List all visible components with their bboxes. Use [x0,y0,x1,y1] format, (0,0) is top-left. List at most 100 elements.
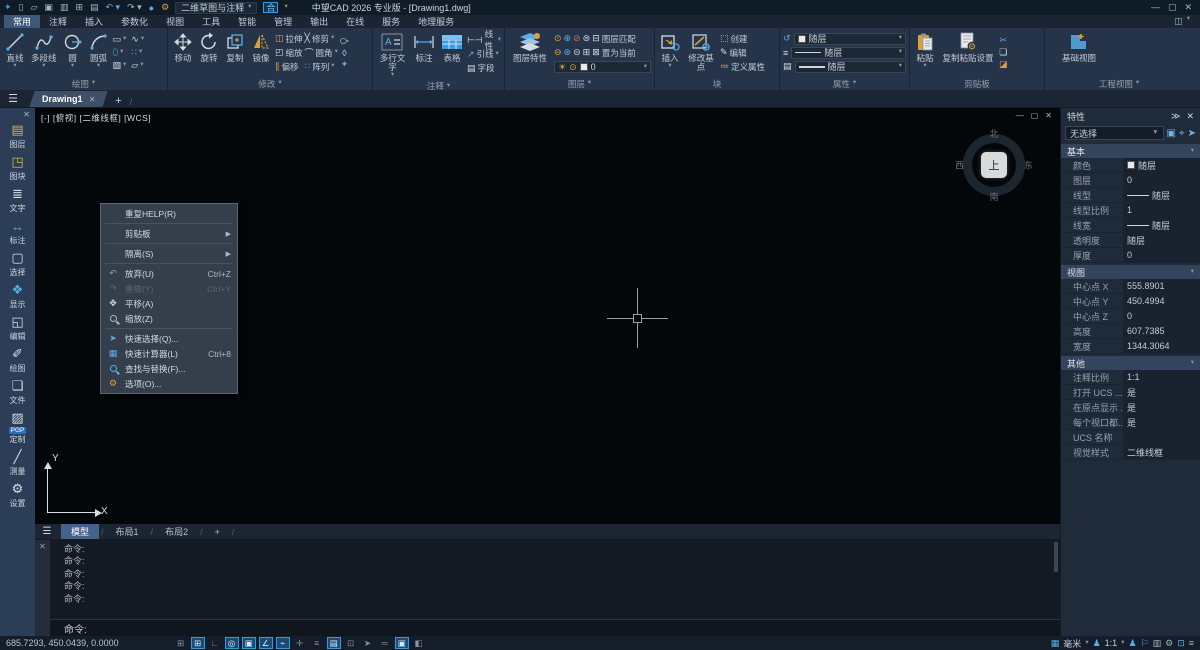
open-file-icon[interactable]: ▱ [31,2,38,13]
new-tab-button[interactable]: + [115,95,121,107]
fillet-tool-button[interactable]: ⌒圆角▾ [305,46,338,59]
match-properties-icon[interactable]: ⧂ [340,36,349,47]
prop-row-visual-style[interactable]: 视觉样式 二维线框 [1061,445,1200,460]
menu-item-isolate[interactable]: 隔离(S) ▶ [101,246,237,261]
undo-icon[interactable]: ↶ ▾ [106,2,121,13]
section-other[interactable]: 其他▾ [1061,356,1200,370]
chevron-down-icon[interactable]: ▾ [1187,16,1190,27]
preview-icon[interactable]: ▤ [90,2,99,13]
save-icon[interactable]: ▣ [44,2,53,13]
copy-clip-icon[interactable]: ❏ [999,47,1007,58]
menu-parametric[interactable]: 参数化 [112,15,157,28]
toolbox-dimension[interactable]: ↔ 标注 [8,217,28,246]
object-color-combo[interactable]: 随层 ▾ [794,33,906,45]
select-objects-icon[interactable]: ⌖ [1179,128,1185,139]
toolbox-blocks[interactable]: ◳ 图块 [8,153,28,182]
compass-south[interactable]: 南 [989,190,998,203]
prop-row-lineweight[interactable]: 线宽 随层 [1061,218,1200,233]
viewport-restore-icon[interactable]: ▢ [1031,111,1039,120]
toolbox-file[interactable]: ❏ 文件 [8,377,28,406]
tab-close-icon[interactable]: ✕ [89,95,96,104]
properties-panel-footer[interactable]: 属性▾ [780,77,909,90]
point-tool-button[interactable]: ∷▾ [131,46,144,59]
section-basic[interactable]: 基本▾ [1061,144,1200,158]
copy-tool-button[interactable]: 复制 [223,29,247,76]
prop-row-linetype-scale[interactable]: 线型比例 1 [1061,203,1200,218]
prop-row-height[interactable]: 高度 607.7385 [1061,324,1200,339]
paste-button[interactable]: 粘贴 ▾ [913,29,937,76]
layer-iso-icon[interactable]: ⊜ [583,33,591,44]
trim-tool-button[interactable]: ╳修剪▾ [305,32,338,45]
snap-mode-toggle[interactable]: ⊞ [191,637,205,649]
menu-manage[interactable]: 管理 [265,15,301,28]
tab-model[interactable]: 模型 [61,524,99,539]
rotate-tool-button[interactable]: 旋转 [197,29,221,76]
maximize-button[interactable]: ▢ [1168,2,1177,13]
bulb-icon[interactable]: ☀ [558,62,566,73]
crosshair-style-toggle[interactable]: ✛ [293,637,307,649]
menu-services[interactable]: 服务 [373,15,409,28]
layer-select-combo[interactable]: ☀ ⊙ 0 ▾ [554,61,651,73]
stretch-tool-button[interactable]: ◫拉伸 [275,32,303,45]
ellipse-tool-button[interactable]: ⬯▾ [113,46,127,59]
polyline-tool-button[interactable]: 多段线 ▾ [29,29,59,76]
unit-label[interactable]: 毫米 [1063,637,1081,650]
leader-button[interactable]: ↗引线▾ [467,48,501,61]
layer-match-button[interactable]: 图层匹配 [602,33,636,45]
linear-dim-button[interactable]: ⊢⊣线性▾ [467,34,501,47]
compass-west[interactable]: 西 [955,159,964,172]
prop-row-center-x[interactable]: 中心点 X 555.8901 [1061,279,1200,294]
ortho-toggle[interactable]: ∟ [208,637,222,649]
prop-row-width[interactable]: 宽度 1344.3064 [1061,339,1200,354]
workspace-selector[interactable]: 二维草图与注释 ▾ [175,2,257,14]
block-panel-footer[interactable]: 块 [655,77,779,90]
quick-select-icon[interactable]: ➤ [1188,128,1196,139]
chevron-down-icon[interactable]: ▾ [1085,640,1088,647]
quick-properties-toggle[interactable]: ➤ [361,637,375,649]
layer-walk-icon[interactable]: ⊟ [592,33,600,44]
clipboard-panel-footer[interactable]: 剪贴板 [910,77,1044,90]
prop-row-transparency[interactable]: 透明度 随层 [1061,233,1200,248]
chevron-down-icon[interactable]: ▾ [1121,640,1124,647]
chevron-down-icon[interactable]: ▾ [284,4,287,11]
section-view[interactable]: 视图▾ [1061,265,1200,279]
layers-panel-footer[interactable]: 图层▾ [505,77,654,90]
dynamic-input-toggle[interactable]: ⌁ [276,637,290,649]
lineweight-display-toggle[interactable]: ≡ [310,637,324,649]
view-compass[interactable]: 北 南 西 东 上 [957,128,1031,202]
tab-drawing1[interactable]: Drawing1 ✕ [29,91,107,107]
toolbox-display[interactable]: ❖ 显示 [8,281,28,310]
dimension-tool-button[interactable]: 标注 [411,29,437,79]
scale-tool-button[interactable]: ◰缩放 [275,46,303,59]
new-file-icon[interactable]: ▯ [19,2,24,13]
command-scrollbar[interactable] [1054,542,1058,572]
toolbox-edit[interactable]: ◱ 编辑 [8,313,28,342]
layer-set-current-button[interactable]: 置为当前 [602,47,636,59]
menu-smart[interactable]: 智能 [229,15,265,28]
layer-prev-icon[interactable]: ⊠ [592,47,600,58]
prop-row-color[interactable]: 颜色 随层 [1061,158,1200,173]
menu-annotate[interactable]: 注释 [40,15,76,28]
workspace-lock-toggle[interactable]: ◧ [412,637,426,649]
layer-merge-icon[interactable]: ⊞ [583,47,591,58]
layer-thaw-icon[interactable]: ⊛ [564,47,572,58]
isometric-toggle[interactable]: ═ [378,637,392,649]
insert-block-button[interactable]: 插入 ▾ [658,29,682,76]
osnap-toggle[interactable]: ▣ [242,637,256,649]
command-window[interactable]: ✕ 命令: 命令: 命令: 命令: 命令: 命令: [35,540,1060,636]
menu-item-undo[interactable]: ↶ 放弃(U) Ctrl+Z [101,266,237,281]
menu-tools[interactable]: 工具 [193,15,229,28]
move-tool-button[interactable]: 移动 [171,29,195,76]
fullscreen-icon[interactable]: ⊡ [1177,638,1185,649]
compass-north[interactable]: 北 [989,127,998,140]
close-button[interactable]: ✕ [1184,2,1192,13]
edit-block-button[interactable]: ✎编辑 [720,46,765,59]
toolbox-settings[interactable]: ⚙ 设置 [8,480,28,509]
menu-view[interactable]: 视图 [157,15,193,28]
layer-off-icon[interactable]: ⊖ [554,47,562,58]
mtext-tool-button[interactable]: A 多行文字 ▾ [376,29,409,79]
tab-layout2[interactable]: 布局2 [155,524,198,539]
paste-special-icon[interactable]: ◪ [999,59,1008,70]
menu-item-zoom[interactable]: 缩放(Z) [101,311,237,326]
prop-row-ucs-name[interactable]: UCS 名称 [1061,430,1200,445]
